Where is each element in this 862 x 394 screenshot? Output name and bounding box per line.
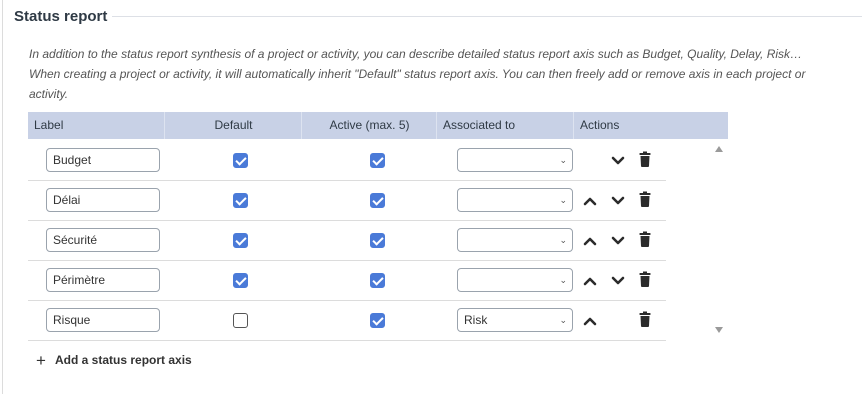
associated-to-select[interactable]: ⌄ [457, 148, 573, 172]
axis-label-input[interactable]: Délai [46, 188, 160, 212]
table-row: Risque Risk ⌄ [28, 300, 666, 341]
axis-label-input[interactable]: Budget [46, 148, 160, 172]
axis-label-input[interactable]: Risque [46, 308, 160, 332]
delete-icon[interactable] [639, 309, 657, 331]
add-status-axis-button[interactable]: + Add a status report axis [36, 351, 192, 370]
column-header-associated: Associated to [436, 112, 573, 139]
add-status-axis-label: Add a status report axis [55, 353, 192, 367]
table-row: Délai ⌄ [28, 180, 666, 221]
delete-icon[interactable] [639, 229, 657, 251]
move-down-icon[interactable] [611, 269, 629, 291]
default-checkbox[interactable] [233, 193, 248, 208]
table-row: Budget ⌄ [28, 140, 666, 181]
active-checkbox[interactable] [370, 273, 385, 288]
move-down-icon[interactable] [611, 189, 629, 211]
column-header-active: Active (max. 5) [301, 112, 437, 139]
default-checkbox[interactable] [233, 313, 248, 328]
table-header: Label Default Active (max. 5) Associated… [28, 112, 728, 139]
active-checkbox[interactable] [370, 193, 385, 208]
table-row: Périmètre ⌄ [28, 260, 666, 301]
scroll-down-arrow[interactable] [715, 327, 723, 333]
section-divider [112, 16, 862, 17]
active-checkbox[interactable] [370, 153, 385, 168]
delete-icon[interactable] [639, 269, 657, 291]
associated-to-select[interactable]: ⌄ [457, 188, 573, 212]
move-up-icon[interactable] [583, 309, 601, 331]
panel-left-border [2, 0, 3, 394]
column-header-default: Default [164, 112, 302, 139]
move-down-icon[interactable] [611, 229, 629, 251]
section-description: In addition to the status report synthes… [29, 47, 806, 101]
select-caret-icon: ⌄ [559, 315, 567, 325]
axis-label-input[interactable]: Périmètre [46, 268, 160, 292]
active-checkbox[interactable] [370, 313, 385, 328]
select-caret-icon: ⌄ [559, 195, 567, 205]
default-checkbox[interactable] [233, 153, 248, 168]
plus-icon: + [36, 351, 46, 370]
section-title: Status report [14, 8, 108, 25]
associated-to-select[interactable]: ⌄ [457, 228, 573, 252]
select-caret-icon: ⌄ [559, 275, 567, 285]
column-header-label: Label [34, 118, 64, 132]
associated-to-value: Risk [464, 313, 488, 327]
select-caret-icon: ⌄ [559, 155, 567, 165]
select-caret-icon: ⌄ [559, 235, 567, 245]
delete-icon[interactable] [639, 189, 657, 211]
active-checkbox[interactable] [370, 233, 385, 248]
move-down-icon[interactable] [611, 149, 629, 171]
axis-label-input[interactable]: Sécurité [46, 228, 160, 252]
move-up-icon[interactable] [583, 269, 601, 291]
move-up-icon[interactable] [583, 229, 601, 251]
default-checkbox[interactable] [233, 273, 248, 288]
scroll-up-arrow[interactable] [715, 146, 723, 152]
column-header-actions: Actions [573, 112, 729, 139]
associated-to-select[interactable]: Risk ⌄ [457, 308, 573, 332]
delete-icon[interactable] [639, 149, 657, 171]
move-up-icon[interactable] [583, 189, 601, 211]
table-row: Sécurité ⌄ [28, 220, 666, 261]
associated-to-select[interactable]: ⌄ [457, 268, 573, 292]
default-checkbox[interactable] [233, 233, 248, 248]
